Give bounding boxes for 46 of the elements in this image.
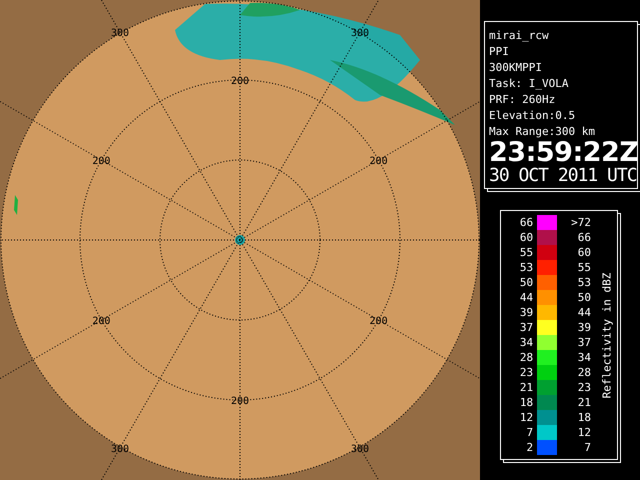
legend-value: 66 [518, 215, 534, 230]
range-label: 200 [370, 316, 388, 327]
range-label: 200 [92, 156, 110, 167]
legend-value: 7 [583, 440, 591, 455]
legend-value: 60 [518, 230, 534, 245]
legend-value: 44 [576, 305, 591, 320]
legend-value: 12 [518, 410, 534, 425]
legend-value: 55 [518, 245, 534, 260]
legend-value: 39 [518, 305, 534, 320]
legend-value: 34 [576, 350, 591, 365]
info-text: mirai_rcw [489, 28, 550, 44]
legend-value: 28 [576, 365, 591, 380]
legend-title: Reflectivity in dBZ [600, 272, 614, 398]
range-label: 200 [370, 156, 388, 167]
legend-value: 18 [518, 395, 534, 410]
info-text: PRF: 260Hz [489, 92, 556, 108]
legend-value: 39 [576, 320, 591, 335]
info-text: Max Range:300 km [489, 124, 596, 140]
legend-value: 50 [518, 275, 534, 290]
legend-value: 44 [518, 290, 534, 305]
legend-value: 18 [576, 410, 591, 425]
legend-value: 21 [518, 380, 534, 395]
legend-value: 53 [576, 275, 591, 290]
legend-value: 50 [576, 290, 591, 305]
range-label: 200 [230, 396, 250, 407]
info-text: Task: I_VOLA [489, 76, 570, 92]
legend-value: 53 [518, 260, 534, 275]
legend-value: 37 [518, 320, 534, 335]
legend-value: 12 [576, 425, 591, 440]
legend-value: 28 [518, 350, 534, 365]
info-text: 300KMPPI [489, 60, 543, 76]
legend-value: 2 [526, 440, 534, 455]
legend-value: 55 [576, 260, 591, 275]
range-label: 300 [110, 444, 130, 455]
legend-value: >72 [570, 215, 591, 230]
range-label: 300 [350, 444, 370, 455]
legend-value: 66 [576, 230, 591, 245]
legend-value: 34 [518, 335, 534, 350]
info-text: Elevation:0.5 [489, 108, 576, 124]
legend-value: 37 [576, 335, 591, 350]
legend-value: 60 [576, 245, 591, 260]
legend-value: 21 [576, 395, 591, 410]
legend-value: 23 [518, 365, 534, 380]
legend-value: 23 [576, 380, 591, 395]
info-text: PPI [489, 44, 510, 60]
legend-value: 7 [526, 425, 534, 440]
